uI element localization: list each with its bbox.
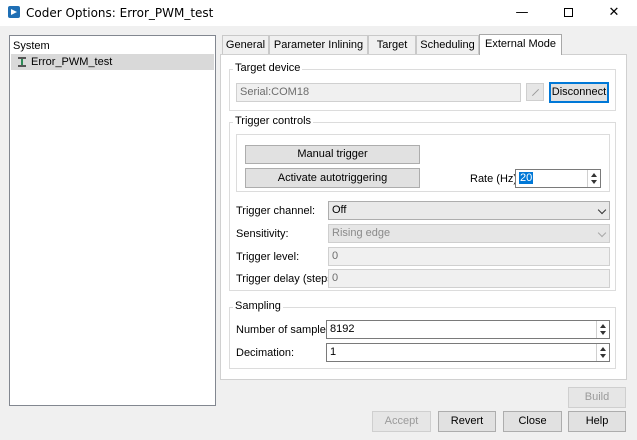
port-field: Serial:COM18: [236, 83, 521, 102]
decimation-input[interactable]: 1: [326, 343, 610, 362]
trigger-channel-label: Trigger channel:: [236, 205, 316, 217]
system-tree[interactable]: System Error_PWM_test: [9, 35, 216, 406]
tree-item-label: Error_PWM_test: [31, 56, 113, 68]
tree-item-error-pwm-test[interactable]: Error_PWM_test: [11, 54, 214, 70]
build-button: Build: [568, 387, 626, 408]
tab-scheduling[interactable]: Scheduling: [416, 35, 479, 54]
sensitivity-select: Rising edge: [328, 224, 610, 243]
tree-header: System: [13, 40, 50, 52]
window-title: Coder Options: Error_PWM_test: [26, 6, 214, 20]
revert-button[interactable]: Revert: [438, 411, 496, 432]
number-of-samples-value: 8192: [330, 323, 355, 335]
number-of-samples-label: Number of samples:: [236, 324, 335, 336]
rate-input[interactable]: 20: [515, 169, 601, 188]
trigger-level-field: 0: [328, 247, 610, 266]
activate-autotriggering-button[interactable]: Activate autotriggering: [245, 168, 420, 188]
minimize-button[interactable]: —: [499, 0, 545, 26]
trigger-channel-value: Off: [332, 204, 347, 216]
manual-trigger-button[interactable]: Manual trigger: [245, 145, 420, 164]
decimation-label: Decimation:: [236, 347, 295, 359]
title-bar: Coder Options: Error_PWM_test — ✕: [0, 0, 637, 26]
accept-button: Accept: [372, 411, 431, 432]
app-icon: [8, 6, 20, 18]
trigger-level-label: Trigger level:: [236, 251, 300, 263]
rate-value: 20: [519, 172, 534, 184]
sensitivity-label: Sensitivity:: [236, 228, 289, 240]
trigger-delay-field: 0: [328, 269, 610, 288]
maximize-icon: [563, 8, 573, 17]
close-button[interactable]: Close: [503, 411, 562, 432]
port-picker-button: [526, 83, 544, 101]
close-window-button[interactable]: ✕: [591, 0, 637, 26]
target-device-label: Target device: [233, 62, 303, 74]
rate-spinner-icon[interactable]: [587, 170, 600, 187]
help-button[interactable]: Help: [568, 411, 626, 432]
number-of-samples-input[interactable]: 8192: [326, 320, 610, 339]
maximize-button[interactable]: [545, 0, 591, 26]
model-icon: [18, 57, 26, 67]
trigger-delay-label: Trigger delay (steps):: [236, 273, 340, 285]
chevron-down-icon: [597, 228, 607, 238]
tab-target[interactable]: Target: [368, 35, 416, 54]
tab-parameter-inlining[interactable]: Parameter Inlining: [269, 35, 368, 54]
samples-spinner-icon[interactable]: [596, 321, 609, 338]
sensitivity-value: Rising edge: [332, 227, 391, 239]
rate-label: Rate (Hz):: [470, 173, 521, 185]
tab-external-mode[interactable]: External Mode: [479, 34, 562, 55]
decimation-spinner-icon[interactable]: [596, 344, 609, 361]
decimation-value: 1: [330, 346, 337, 358]
sampling-label: Sampling: [233, 300, 283, 312]
trigger-channel-select[interactable]: Off: [328, 201, 610, 220]
chevron-down-icon: [597, 205, 607, 215]
trigger-controls-label: Trigger controls: [233, 115, 314, 127]
tab-general[interactable]: General: [222, 35, 269, 54]
disconnect-button[interactable]: Disconnect: [549, 82, 609, 103]
